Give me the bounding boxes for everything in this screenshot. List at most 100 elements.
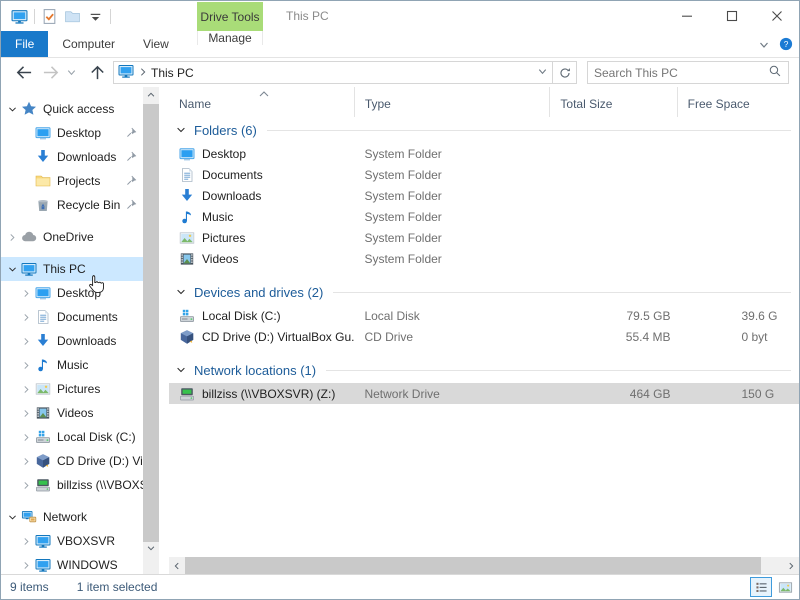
file-row-documents[interactable]: DocumentsSystem Folder <box>169 164 799 185</box>
chev-right-icon <box>19 432 33 443</box>
sidebar-item-label: VBOXSVR <box>57 534 115 548</box>
sidebar-item-pictures[interactable]: Pictures <box>1 377 143 401</box>
sidebar-scrollbar[interactable] <box>143 87 159 574</box>
ribbon-tab-computer[interactable]: Computer <box>48 31 129 57</box>
minimize-button[interactable] <box>664 1 709 30</box>
total-size-cell: 55.4 MB <box>550 326 677 347</box>
file-row-billziss-vboxsvr-z[interactable]: billziss (\\VBOXSVR) (Z:)Network Drive46… <box>169 383 799 404</box>
ribbon-tab-view[interactable]: View <box>129 31 183 57</box>
computer-icon <box>21 261 37 277</box>
search-icon[interactable] <box>768 64 782 81</box>
chev-right-icon <box>19 288 33 299</box>
column-header-type[interactable]: Type <box>355 87 551 117</box>
group-label: Devices and drives (2) <box>194 285 323 300</box>
collapse-ribbon-icon[interactable] <box>757 38 771 52</box>
free-space-cell <box>676 227 799 248</box>
chev-right-icon <box>19 560 33 571</box>
drive-tools-contextual-tab[interactable]: Drive Tools <box>197 2 263 31</box>
sidebar-item-billziss-vboxs[interactable]: billziss (\\VBOXS <box>1 473 143 497</box>
group-header-network-locations-1[interactable]: Network locations (1) <box>169 357 799 383</box>
file-row-videos[interactable]: VideosSystem Folder <box>169 248 799 269</box>
sidebar-item-windows[interactable]: WINDOWS <box>1 553 143 574</box>
network-root-icon <box>21 509 37 525</box>
file-row-cd-drive-d-virtualbox-gu[interactable]: CD Drive (D:) VirtualBox Gu...CD Drive55… <box>169 326 799 347</box>
chevron-down-icon[interactable] <box>175 286 187 298</box>
sidebar-item-desktop[interactable]: Desktop <box>1 121 143 145</box>
sidebar-item-local-disk-c[interactable]: Local Disk (C:) <box>1 425 143 449</box>
sidebar-item-label: Pictures <box>57 382 100 396</box>
sidebar-item-videos[interactable]: Videos <box>1 401 143 425</box>
breadcrumb[interactable]: This PC <box>151 66 194 80</box>
details-view-button[interactable] <box>750 577 772 597</box>
sidebar-item-network[interactable]: Network <box>1 505 143 529</box>
file-row-pictures[interactable]: PicturesSystem Folder <box>169 227 799 248</box>
address-bar[interactable]: This PC <box>113 61 553 84</box>
free-space-cell <box>676 185 799 206</box>
file-name-cell: Downloads <box>169 185 354 206</box>
scroll-right-icon[interactable] <box>783 557 799 574</box>
horizontal-scrollbar-thumb[interactable] <box>185 557 761 574</box>
chevron-down-icon[interactable] <box>175 124 187 136</box>
file-row-desktop[interactable]: DesktopSystem Folder <box>169 143 799 164</box>
column-header-name[interactable]: Name <box>169 87 355 117</box>
sidebar-item-cd-drive-d-vir[interactable]: CD Drive (D:) Vir <box>1 449 143 473</box>
ribbon-tab-file[interactable]: File <box>1 31 48 57</box>
file-row-downloads[interactable]: DownloadsSystem Folder <box>169 185 799 206</box>
sidebar-item-downloads[interactable]: Downloads <box>1 329 143 353</box>
star-icon <box>21 101 37 117</box>
search-input[interactable] <box>594 66 768 80</box>
horizontal-scrollbar[interactable] <box>169 557 799 574</box>
back-button[interactable] <box>11 63 35 82</box>
column-header-total-size[interactable]: Total Size <box>550 87 677 117</box>
forward-button[interactable] <box>39 63 63 82</box>
up-button[interactable] <box>85 63 109 82</box>
thumbnails-view-button[interactable] <box>774 577 796 597</box>
breadcrumb-chevron-icon[interactable] <box>138 66 148 80</box>
pin-icon <box>125 198 138 211</box>
file-list-pane: NameTypeTotal SizeFree Space Folders (6)… <box>169 87 799 574</box>
sidebar-item-quick-access[interactable]: Quick access <box>1 97 143 121</box>
sidebar-item-this-pc[interactable]: This PC <box>1 257 143 281</box>
file-row-music[interactable]: MusicSystem Folder <box>169 206 799 227</box>
help-icon[interactable]: ? <box>779 37 793 51</box>
sidebar-item-music[interactable]: Music <box>1 353 143 377</box>
sidebar-item-vboxsvr[interactable]: VBOXSVR <box>1 529 143 553</box>
chev-down-icon <box>5 512 19 523</box>
search-box[interactable] <box>587 61 789 84</box>
sidebar-item-projects[interactable]: Projects <box>1 169 143 193</box>
scroll-left-icon[interactable] <box>169 557 185 574</box>
sidebar-item-downloads[interactable]: Downloads <box>1 145 143 169</box>
group-header-devices-and-drives-2[interactable]: Devices and drives (2) <box>169 279 799 305</box>
sidebar-item-onedrive[interactable]: OneDrive <box>1 225 143 249</box>
properties-check-icon[interactable] <box>41 8 58 25</box>
computer-icon[interactable] <box>11 8 28 25</box>
qat-customize-icon[interactable] <box>87 8 104 25</box>
music-icon <box>35 357 51 373</box>
chevron-down-icon[interactable] <box>175 364 187 376</box>
ribbon-tab-manage[interactable]: Manage <box>197 31 263 45</box>
sidebar-scrollbar-thumb[interactable] <box>143 104 159 542</box>
free-space-cell <box>676 164 799 185</box>
refresh-button[interactable] <box>553 61 577 84</box>
group-header-folders-6[interactable]: Folders (6) <box>169 117 799 143</box>
sidebar-item-label: CD Drive (D:) Vir <box>57 454 143 468</box>
sidebar-item-recycle-bin[interactable]: Recycle Bin <box>1 193 143 217</box>
file-type-cell: System Folder <box>354 227 549 248</box>
sidebar-item-label: Downloads <box>57 334 116 348</box>
column-headers: NameTypeTotal SizeFree Space <box>169 87 799 117</box>
group-divider <box>267 130 791 131</box>
recent-locations-icon[interactable] <box>63 67 79 78</box>
maximize-button[interactable] <box>709 1 754 30</box>
recycle-icon <box>35 197 51 213</box>
sidebar-item-desktop[interactable]: Desktop <box>1 281 143 305</box>
vbox-cube-icon <box>35 453 51 469</box>
file-group: Network locations (1)billziss (\\VBOXSVR… <box>169 357 799 404</box>
address-dropdown-icon[interactable] <box>537 66 548 80</box>
sidebar-item-documents[interactable]: Documents <box>1 305 143 329</box>
scroll-up-icon[interactable] <box>143 87 159 103</box>
close-button[interactable] <box>754 1 799 30</box>
file-row-local-disk-c[interactable]: Local Disk (C:)Local Disk79.5 GB39.6 G <box>169 305 799 326</box>
column-header-free-space[interactable]: Free Space <box>678 87 799 117</box>
scroll-down-icon[interactable] <box>143 540 159 556</box>
new-folder-icon[interactable] <box>64 8 81 25</box>
